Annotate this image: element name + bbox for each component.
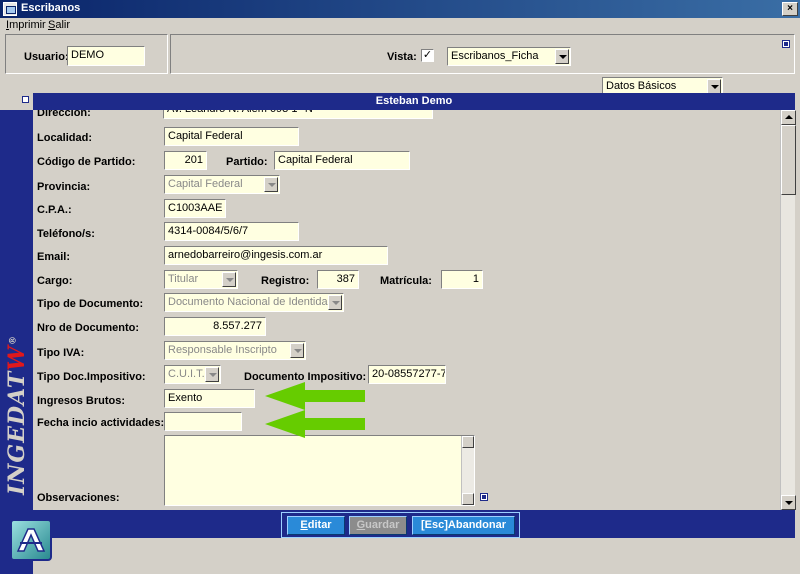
direccion-label: Dirección: bbox=[37, 110, 91, 119]
registro-label: Registro: bbox=[261, 275, 310, 287]
chevron-down-icon[interactable] bbox=[222, 272, 236, 287]
tipo-iva-value: Responsable Inscripto bbox=[168, 344, 277, 356]
nro-documento-field[interactable]: 8.557.277 bbox=[164, 317, 266, 336]
chevron-down-icon[interactable] bbox=[205, 367, 219, 382]
fecha-inicio-label: Fecha incio actividades: bbox=[37, 417, 165, 429]
scroll-up-icon[interactable] bbox=[462, 436, 474, 448]
cargo-label: Cargo: bbox=[37, 275, 73, 287]
provincia-label: Provincia: bbox=[37, 181, 91, 193]
observaciones-textarea[interactable] bbox=[164, 435, 475, 506]
record-toggle-icon[interactable] bbox=[22, 96, 29, 103]
form-area: Dirección: Av. Leandro N. Alem 693 1° N … bbox=[33, 110, 780, 510]
form-scrollbar[interactable] bbox=[780, 110, 796, 510]
chevron-down-icon[interactable] bbox=[328, 295, 342, 310]
cargo-value: Titular bbox=[168, 273, 199, 285]
email-field[interactable]: arnedobarreiro@ingesis.com.ar bbox=[164, 246, 388, 265]
partido-field[interactable]: Capital Federal bbox=[274, 151, 410, 170]
app-logo-icon[interactable] bbox=[10, 519, 52, 561]
codigo-partido-field[interactable]: 201 bbox=[164, 151, 207, 170]
ingresos-brutos-field[interactable]: Exento bbox=[164, 389, 255, 408]
tipo-doc-impositivo-label: Tipo Doc.Impositivo: bbox=[37, 371, 146, 383]
scroll-thumb[interactable] bbox=[781, 125, 796, 195]
usuario-field[interactable]: DEMO bbox=[67, 46, 145, 66]
green-arrow-icon bbox=[265, 382, 365, 410]
menu-bar: Imprimir Salir bbox=[0, 18, 800, 34]
cargo-select[interactable]: Titular bbox=[164, 270, 238, 289]
abandonar-button[interactable]: [Esc]Abandonar bbox=[412, 516, 515, 535]
ingedatw-logo: INGEDATW® bbox=[4, 335, 30, 495]
registro-field[interactable]: 387 bbox=[317, 270, 359, 289]
nro-documento-label: Nro de Documento: bbox=[37, 322, 140, 334]
chevron-down-icon[interactable] bbox=[707, 79, 721, 94]
close-icon[interactable]: × bbox=[782, 2, 798, 16]
guardar-button[interactable]: Guardar bbox=[349, 516, 407, 535]
vista-label: Vista: bbox=[387, 51, 417, 63]
record-title-bar: Esteban Demo bbox=[33, 93, 795, 110]
side-panel: INGEDATW® bbox=[0, 110, 33, 574]
vista-select-value: Escribanos_Ficha bbox=[451, 50, 539, 62]
matricula-label: Matrícula: bbox=[380, 275, 432, 287]
localidad-field[interactable]: Capital Federal bbox=[164, 127, 299, 146]
direccion-field[interactable]: Av. Leandro N. Alem 693 1° N bbox=[163, 110, 433, 119]
scroll-down-icon[interactable] bbox=[462, 493, 474, 505]
chevron-down-icon[interactable] bbox=[555, 49, 569, 64]
usuario-label: Usuario: bbox=[24, 51, 69, 63]
tipo-doc-impositivo-select[interactable]: C.U.I.T. bbox=[164, 365, 221, 384]
observaciones-scrollbar[interactable] bbox=[461, 436, 474, 505]
observaciones-expand-icon[interactable] bbox=[480, 493, 488, 501]
chevron-down-icon[interactable] bbox=[264, 177, 278, 192]
editar-button[interactable]: Editar bbox=[287, 516, 345, 535]
observaciones-label: Observaciones: bbox=[37, 492, 120, 504]
app-window-icon bbox=[3, 2, 17, 16]
telefono-field[interactable]: 4314-0084/5/6/7 bbox=[164, 222, 299, 241]
window-title: Escribanos bbox=[21, 2, 81, 14]
window-titlebar: Escribanos × bbox=[0, 0, 800, 18]
tipo-documento-value: Documento Nacional de Identidad bbox=[168, 296, 334, 308]
partido-label: Partido: bbox=[226, 156, 268, 168]
tipo-documento-label: Tipo de Documento: bbox=[37, 298, 144, 310]
tipo-iva-label: Tipo IVA: bbox=[37, 347, 85, 359]
green-arrow-icon bbox=[265, 410, 365, 438]
vista-select[interactable]: Escribanos_Ficha bbox=[447, 47, 571, 66]
tipo-doc-impositivo-value: C.U.I.T. bbox=[168, 368, 205, 380]
email-label: Email: bbox=[37, 251, 71, 263]
codigo-partido-label: Código de Partido: bbox=[37, 156, 136, 168]
panel-toggle-icon[interactable] bbox=[782, 40, 790, 48]
matricula-field[interactable]: 1 bbox=[441, 270, 483, 289]
cpa-label: C.P.A.: bbox=[37, 204, 72, 216]
menu-imprimir[interactable]: Imprimir bbox=[6, 19, 46, 31]
ingresos-brutos-label: Ingresos Brutos: bbox=[37, 395, 126, 407]
fecha-inicio-field[interactable] bbox=[164, 412, 242, 431]
menu-salir[interactable]: Salir bbox=[48, 19, 70, 31]
scroll-down-icon[interactable] bbox=[781, 495, 796, 510]
vista-checkbox[interactable]: ✓ bbox=[421, 49, 434, 62]
section-select-value: Datos Básicos bbox=[606, 80, 677, 92]
app-logo-glyph bbox=[16, 528, 46, 552]
documento-impositivo-field[interactable]: 20-08557277-7 bbox=[368, 365, 446, 384]
tipo-documento-select[interactable]: Documento Nacional de Identidad bbox=[164, 293, 344, 312]
cpa-field[interactable]: C1003AAE bbox=[164, 199, 226, 218]
tipo-iva-select[interactable]: Responsable Inscripto bbox=[164, 341, 306, 360]
scroll-up-icon[interactable] bbox=[781, 110, 796, 125]
provincia-value: Capital Federal bbox=[168, 178, 243, 190]
localidad-label: Localidad: bbox=[37, 132, 93, 144]
provincia-select[interactable]: Capital Federal bbox=[164, 175, 280, 194]
chevron-down-icon[interactable] bbox=[290, 343, 304, 358]
telefono-label: Teléfono/s: bbox=[37, 228, 95, 240]
record-title: Esteban Demo bbox=[375, 95, 453, 107]
